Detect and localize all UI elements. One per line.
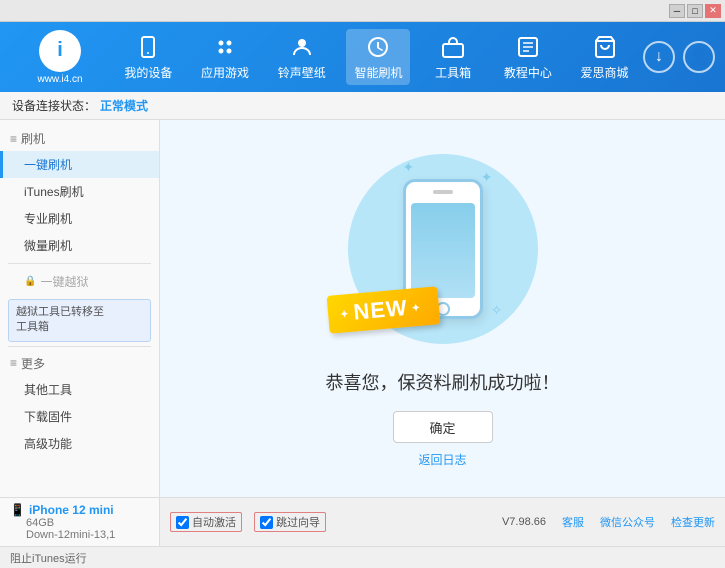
- sidebar-item-pro-flash[interactable]: 专业刷机: [0, 205, 159, 232]
- user-button[interactable]: 👤: [683, 41, 715, 73]
- nav-mall-label: 爱思商城: [581, 64, 629, 81]
- header: i www.i4.cn 我的设备 应用游戏 铃声壁纸: [0, 22, 725, 92]
- sparkle-1: ✦: [403, 159, 415, 176]
- nav-my-device-label: 我的设备: [124, 64, 172, 81]
- itunes-status: 阻止iTunes运行: [10, 550, 87, 566]
- sidebar-divider-1: [8, 263, 151, 264]
- bottom-device-storage: 64GB: [10, 517, 149, 529]
- nav-smart-flash[interactable]: 智能刷机: [346, 29, 410, 85]
- status-value: 正常模式: [100, 97, 148, 114]
- close-button[interactable]: ✕: [705, 4, 721, 18]
- bottom-right-info: V7.98.66 客服 微信公众号 检查更新: [502, 514, 715, 530]
- back-link[interactable]: 返回日志: [418, 451, 466, 468]
- maximize-button[interactable]: □: [687, 4, 703, 18]
- skip-wizard-checkbox-group[interactable]: 跳过向导: [254, 512, 326, 532]
- jailbreak-section-label: 一键越狱: [40, 273, 88, 290]
- bottom-device-name: 📱 iPhone 12 mini: [10, 503, 149, 517]
- sidebar: ≡ 刷机 一键刷机 iTunes刷机 专业刷机 微量刷机 🔒 一键越狱 越狱工具…: [0, 120, 160, 497]
- sidebar-item-advanced[interactable]: 高级功能: [0, 430, 159, 457]
- lock-icon: 🔒: [24, 276, 36, 287]
- auto-connect-label: 自动激活: [192, 514, 236, 530]
- apps-icon: [211, 33, 239, 61]
- phone-screen: [411, 203, 475, 298]
- bottom-combined: 📱 iPhone 12 mini 64GB Down-12mini-13,1 自…: [0, 497, 725, 546]
- logo-area: i www.i4.cn: [10, 30, 110, 85]
- minimize-button[interactable]: ─: [669, 4, 685, 18]
- nav-apps-label: 应用游戏: [201, 64, 249, 81]
- sidebar-section-flash: ≡ 刷机: [0, 126, 159, 151]
- logo-text: www.i4.cn: [37, 74, 82, 85]
- jailbreak-notice-text: 越狱工具已转移至工具箱: [16, 306, 104, 333]
- nav-wallpaper[interactable]: 铃声壁纸: [270, 29, 334, 85]
- main-layout: ≡ 刷机 一键刷机 iTunes刷机 专业刷机 微量刷机 🔒 一键越狱 越狱工具…: [0, 120, 725, 497]
- mall-icon: [591, 33, 619, 61]
- nav-tutorials-label: 教程中心: [504, 64, 552, 81]
- tutorials-icon: [514, 33, 542, 61]
- content-area: ✦ ✦ ✧ NEW 恭喜您，保资料刷机成功啦！ 确定 返回日志: [160, 120, 725, 497]
- sidebar-divider-2: [8, 346, 151, 347]
- nav-bar: 我的设备 应用游戏 铃声壁纸 智能刷机 工具箱: [110, 29, 643, 85]
- device-phone-icon: 📱: [10, 503, 25, 517]
- sidebar-item-one-click-flash[interactable]: 一键刷机: [0, 151, 159, 178]
- flash-section-label: 刷机: [21, 130, 45, 147]
- nav-smart-flash-label: 智能刷机: [354, 64, 402, 81]
- check-update-link[interactable]: 检查更新: [671, 514, 715, 530]
- nav-my-device[interactable]: 我的设备: [116, 29, 180, 85]
- phone-illustration: ✦ ✦ ✧ NEW: [343, 149, 543, 349]
- sidebar-item-itunes-flash[interactable]: iTunes刷机: [0, 178, 159, 205]
- bottom-strip: 阻止iTunes运行: [0, 546, 725, 568]
- auto-connect-checkbox-group[interactable]: 自动激活: [170, 512, 242, 532]
- jailbreak-notice: 越狱工具已转移至工具箱: [8, 299, 151, 342]
- nav-tutorials[interactable]: 教程中心: [496, 29, 560, 85]
- title-bar: ─ □ ✕: [0, 0, 725, 22]
- sidebar-item-download-firmware[interactable]: 下载固件: [0, 403, 159, 430]
- version-text: V7.98.66: [502, 516, 546, 528]
- customer-service-link[interactable]: 客服: [562, 514, 584, 530]
- auto-connect-checkbox[interactable]: [176, 516, 189, 529]
- status-bar: 设备连接状态： 正常模式: [0, 92, 725, 120]
- wallpaper-icon: [288, 33, 316, 61]
- toolbox-icon: [439, 33, 467, 61]
- sidebar-section-more: ≡ 更多: [0, 351, 159, 376]
- wechat-link[interactable]: 微信公众号: [600, 514, 655, 530]
- sparkle-3: ✧: [491, 302, 503, 319]
- more-section-label: 更多: [21, 355, 45, 372]
- bottom-device-model: Down-12mini-13,1: [10, 529, 149, 541]
- checkbox-row: 自动激活 跳过向导: [170, 512, 326, 532]
- sidebar-item-save-flash[interactable]: 微量刷机: [0, 232, 159, 259]
- nav-right-actions: ↓ 👤: [643, 41, 715, 73]
- smart-flash-icon: [364, 33, 392, 61]
- phone-icon: [134, 33, 162, 61]
- download-button[interactable]: ↓: [643, 41, 675, 73]
- skip-wizard-checkbox[interactable]: [260, 516, 273, 529]
- nav-toolbox[interactable]: 工具箱: [423, 29, 483, 85]
- nav-wallpaper-label: 铃声壁纸: [278, 64, 326, 81]
- nav-apps[interactable]: 应用游戏: [193, 29, 257, 85]
- more-section-icon: ≡: [10, 356, 17, 370]
- success-text: 恭喜您，保资料刷机成功啦！: [326, 369, 560, 395]
- flash-section-icon: ≡: [10, 132, 17, 146]
- sparkle-2: ✦: [481, 169, 493, 186]
- nav-toolbox-label: 工具箱: [435, 64, 471, 81]
- nav-mall[interactable]: 爱思商城: [573, 29, 637, 85]
- logo-icon: i: [39, 30, 81, 72]
- confirm-button[interactable]: 确定: [393, 411, 493, 443]
- status-label: 设备连接状态：: [12, 97, 96, 114]
- bottom-device-section: 📱 iPhone 12 mini 64GB Down-12mini-13,1: [0, 498, 160, 546]
- sidebar-section-jailbreak: 🔒 一键越狱: [0, 268, 159, 295]
- skip-wizard-label: 跳过向导: [276, 514, 320, 530]
- sidebar-item-other-tools[interactable]: 其他工具: [0, 376, 159, 403]
- bottom-status-area: 自动激活 跳过向导 V7.98.66 客服 微信公众号 检查更新: [160, 498, 725, 546]
